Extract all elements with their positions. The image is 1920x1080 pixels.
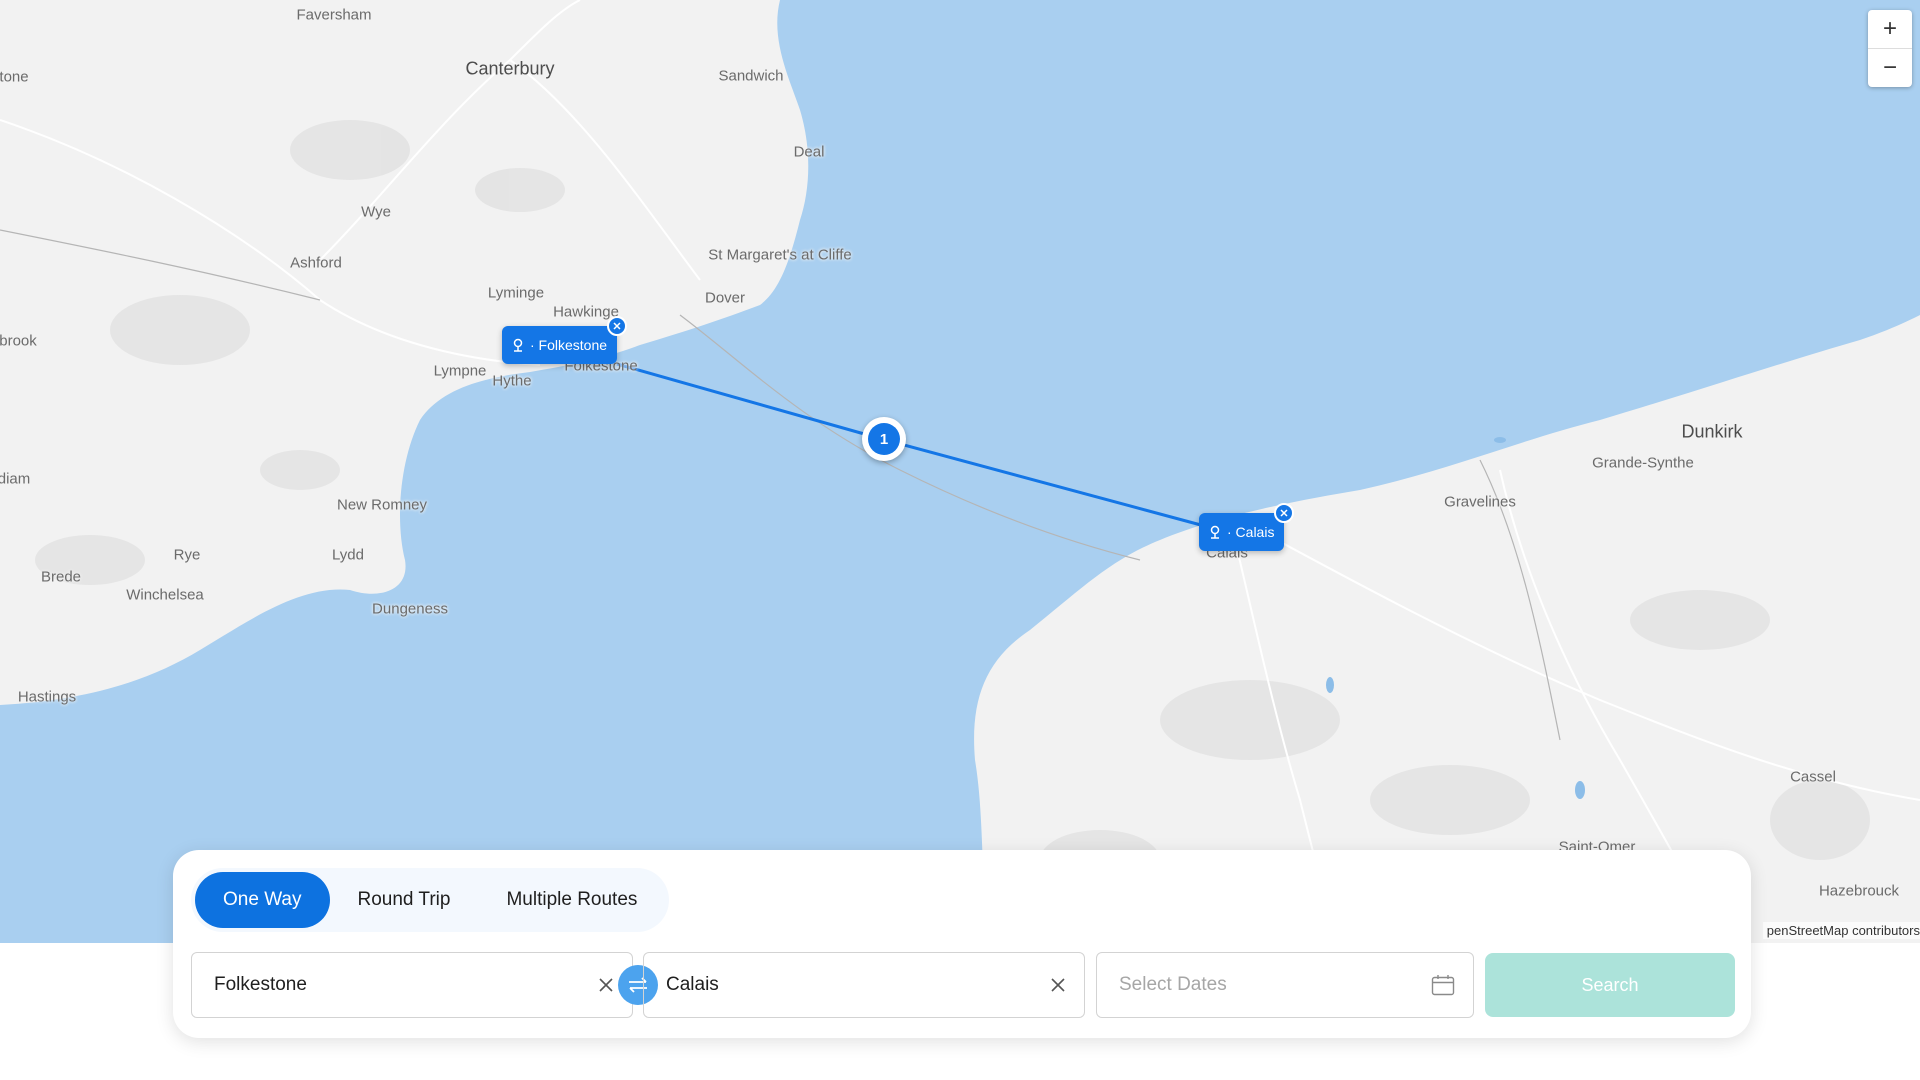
place-label: Wye [361,203,391,221]
clear-arrival-close-icon[interactable] [1050,977,1066,993]
place-label: Lyminge [487,284,545,302]
place-label: Hythe [492,372,532,390]
clear-departure-close-icon[interactable] [598,977,614,993]
destination-port-marker[interactable]: · Calais [1199,503,1295,551]
search-button[interactable]: Search [1485,953,1735,1017]
zoom-control: + − [1868,10,1912,87]
place-label: Cassel [1790,768,1836,786]
dates-placeholder: Select Dates [1119,974,1227,995]
place-label: Winchelsea [126,586,204,604]
dates-field[interactable]: Select Dates [1096,952,1474,1018]
place-label: Faversham [296,6,372,24]
remove-origin-close-icon[interactable] [607,316,628,336]
zoom-out-button[interactable]: − [1868,48,1912,87]
map-attribution[interactable]: penStreetMap contributors [1762,922,1920,939]
departure-port-value: Folkestone [214,974,307,995]
port-pin-icon [512,338,524,352]
place-label: diam [0,470,31,488]
zoom-in-button[interactable]: + [1868,10,1912,48]
calendar-icon[interactable] [1431,974,1455,996]
port-pin-icon [1209,525,1221,539]
route-stop-number: 1 [868,423,900,455]
place-label: Canterbury [465,58,555,79]
trip-type-tabs: One Way Round Trip Multiple Routes [191,868,670,932]
place-label: Dunkirk [1681,421,1743,442]
tab-one-way[interactable]: One Way [195,872,330,928]
map-view[interactable]: Faversham Canterbury Sandwich Deal Wye A… [0,0,1920,943]
origin-port-marker[interactable]: · Folkestone [502,316,628,364]
place-label: Gravelines [1444,493,1516,511]
place-label: brook [0,332,37,350]
place-label: Deal [793,143,825,161]
place-label: Hastings [17,688,77,706]
place-label: tone [0,68,29,86]
place-label: Rye [173,546,201,564]
arrival-port-value: Calais [666,974,719,995]
arrival-port-field[interactable]: Calais [643,952,1085,1018]
map-base [0,0,1920,943]
place-label: Brede [40,568,82,586]
departure-port-field[interactable]: Folkestone [191,952,633,1018]
route-stop-marker[interactable]: 1 [862,417,906,461]
place-label: Sandwich [718,67,784,85]
place-label: Grande-Synthe [1592,454,1694,472]
tab-round-trip[interactable]: Round Trip [330,872,479,928]
origin-marker-label: · Folkestone [530,337,608,353]
place-label: Lydd [332,546,364,564]
place-label: St Margaret's at Cliffe [708,246,852,264]
place-label: Dover [704,289,746,307]
route-search-panel: One Way Round Trip Multiple Routes Folke… [173,850,1751,1038]
destination-marker-label: · Calais [1227,524,1275,540]
place-label: Ashford [290,254,342,272]
tab-multiple-routes[interactable]: Multiple Routes [478,872,665,928]
place-label: Dungeness [372,600,448,618]
place-label: Hazebrouck [1818,882,1900,900]
place-label: New Romney [336,496,428,514]
place-label: Lympne [433,362,487,380]
